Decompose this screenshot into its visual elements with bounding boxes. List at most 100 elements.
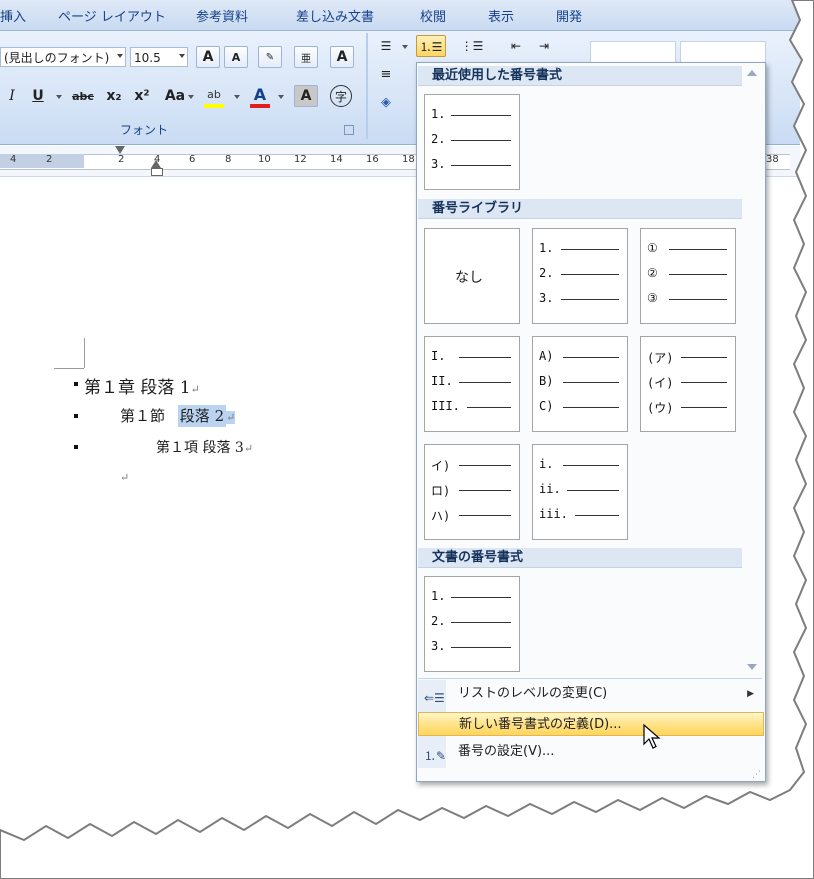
tile-line [561, 274, 619, 275]
tile-line [451, 597, 511, 598]
tile-label: II. [431, 374, 453, 388]
scroll-down-icon[interactable] [747, 664, 757, 670]
chevron-down-icon[interactable] [234, 95, 240, 99]
numbering-format-tile[interactable]: 1. 2. 3. [424, 94, 520, 190]
menu-item-label: 新しい番号書式の定義(D)... [459, 717, 622, 732]
doc-line-1[interactable]: 第１章 段落 1↵ [84, 373, 200, 398]
shading-button[interactable]: ◈ [374, 91, 398, 113]
list-bullet [74, 414, 78, 418]
numbering-format-tile[interactable]: ① ② ③ [640, 228, 736, 324]
tile-label: (ウ) [647, 401, 674, 415]
multilevel-list-icon: ⋮☰ [460, 39, 484, 53]
clear-format-button[interactable]: ✎ [258, 46, 282, 68]
numbering-format-tile[interactable]: A) B) C) [532, 336, 628, 432]
underline-button[interactable]: U [26, 85, 50, 107]
tile-line [681, 407, 727, 408]
decrease-indent-button[interactable]: ⇤ [504, 35, 528, 57]
tile-line [561, 299, 619, 300]
highlight-button[interactable]: ab [202, 83, 226, 105]
tab-developer[interactable]: 開発 [556, 6, 582, 25]
tab-references[interactable]: 参考資料 [196, 6, 248, 25]
first-line-indent-marker[interactable] [115, 146, 125, 154]
tab-insert[interactable]: 挿入 [0, 6, 26, 25]
numbering-format-tile[interactable]: 1. 2. 3. [424, 576, 520, 672]
chevron-down-icon [179, 54, 185, 58]
tile-label: i. [539, 457, 554, 471]
ruler-label: 38 [766, 154, 779, 165]
define-new-number-format-menu-item[interactable]: 新しい番号書式の定義(D)... [418, 712, 764, 736]
chevron-down-icon[interactable] [402, 45, 408, 49]
increase-indent-button[interactable]: ⇥ [532, 35, 556, 57]
chevron-down-icon [117, 54, 123, 58]
ruler-label: 18 [402, 154, 415, 165]
scroll-up-icon[interactable] [747, 70, 757, 76]
phonetic-guide-button[interactable]: 亜 [294, 46, 318, 68]
left-indent-marker[interactable] [151, 168, 163, 176]
set-numbering-value-menu-item[interactable]: ⒈✎ 番号の設定(V)... [418, 740, 764, 764]
chevron-down-icon[interactable] [56, 95, 62, 99]
tile-label: 1. [539, 241, 554, 255]
tile-label: I. [431, 349, 446, 363]
font-size-combo[interactable]: 10.5 [130, 47, 188, 67]
tile-line [669, 299, 727, 300]
tile-label: 3. [431, 157, 446, 171]
margin-corner-mark [84, 338, 85, 368]
numbering-button[interactable]: ⒈☰ [416, 35, 446, 57]
tile-line [669, 274, 727, 275]
italic-icon: I [9, 88, 15, 104]
gallery-scrollbar[interactable] [742, 64, 762, 676]
character-border-button[interactable]: A [330, 46, 354, 68]
resize-grip-icon[interactable]: ⋰ [752, 770, 761, 780]
doc-line-3[interactable]: 第１項 段落 3↵ [156, 437, 253, 457]
multilevel-list-button[interactable]: ⋮☰ [460, 35, 484, 57]
character-shading-button[interactable]: A [294, 85, 318, 107]
doc-line-2[interactable]: 第１節 段落 2 ↵ [120, 405, 236, 427]
italic-button[interactable]: I [0, 85, 24, 107]
ruler-label: 14 [330, 154, 343, 165]
shrink-font-button[interactable]: A [224, 46, 248, 68]
tab-review[interactable]: 校閲 [420, 6, 446, 25]
tile-label: B) [539, 374, 554, 388]
hanging-indent-marker[interactable] [151, 160, 161, 168]
superscript-button[interactable]: x² [130, 85, 154, 107]
tab-mailings[interactable]: 差し込み文書 [296, 6, 374, 25]
ribbon-tab-bar: 挿入 ページ レイアウト 参考資料 差し込み文書 校閲 表示 開発 [0, 0, 800, 31]
empty-paragraph[interactable]: ↵ [120, 470, 129, 484]
numbering-format-tile[interactable]: (ア) (イ) (ウ) [640, 336, 736, 432]
tile-label: ii. [539, 482, 561, 496]
mouse-pointer-icon [643, 724, 661, 749]
numbering-format-tile[interactable]: i. ii. iii. [532, 444, 628, 540]
tile-label: ② [647, 266, 658, 280]
change-case-button[interactable]: Aa [160, 85, 190, 107]
font-color-button[interactable]: A [248, 83, 272, 105]
align-left-button[interactable]: ≡ [374, 63, 398, 85]
underline-icon: U [32, 88, 44, 104]
tile-line [451, 622, 511, 623]
tile-line [459, 490, 511, 491]
grow-font-button[interactable]: A [196, 46, 220, 68]
subscript-button[interactable]: x₂ [102, 85, 126, 107]
chevron-down-icon[interactable] [188, 95, 194, 99]
font-name-combo[interactable]: (見出しのフォント) [0, 47, 126, 67]
tab-page-layout[interactable]: ページ レイアウト [58, 6, 166, 25]
tile-line [561, 249, 619, 250]
numbering-format-tile[interactable]: 1. 2. 3. [532, 228, 628, 324]
tile-line [563, 465, 619, 466]
numbering-format-tile[interactable]: I. II. III. [424, 336, 520, 432]
strikethrough-button[interactable]: abc [68, 85, 98, 107]
tile-line [451, 165, 511, 166]
tile-line [451, 647, 511, 648]
numbering-format-none-tile[interactable]: なし [424, 228, 520, 324]
chevron-down-icon[interactable] [278, 95, 284, 99]
tab-view[interactable]: 表示 [488, 6, 514, 25]
tile-label: 3. [431, 639, 446, 653]
bullets-button[interactable]: ☰ [374, 35, 398, 57]
dialog-launcher-icon[interactable] [344, 125, 354, 135]
change-list-level-menu-item[interactable]: ⇐☰ リストのレベルの変更(C) ▶ [418, 682, 764, 706]
numbering-format-tile[interactable]: イ) ロ) ハ) [424, 444, 520, 540]
font-group-label: フォント [120, 123, 169, 137]
enclose-characters-button[interactable]: 字 [330, 85, 352, 107]
ruler-label: 8 [225, 154, 232, 165]
tile-line [563, 382, 619, 383]
decrease-indent-icon: ⇤ [510, 39, 522, 53]
